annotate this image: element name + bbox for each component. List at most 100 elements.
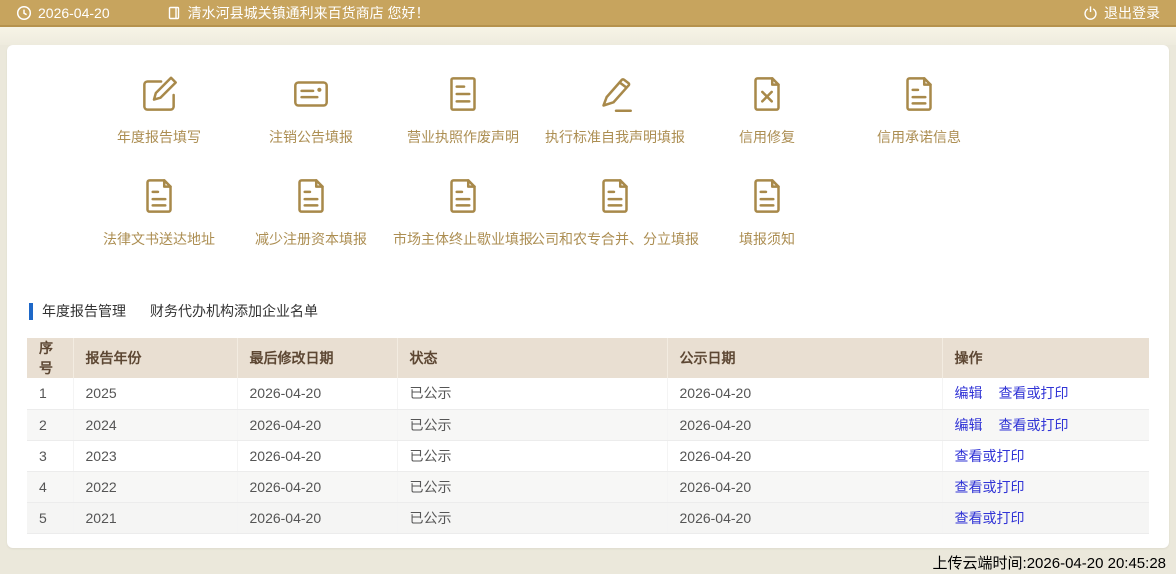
feature-capital-reduction[interactable]: 减少注册资本填报 <box>235 173 387 265</box>
main-card: 年度报告填写 注销公告填报 营业执照作废声明 执行标准自我声明填报 信用修复 信… <box>7 45 1169 548</box>
edit-link[interactable]: 编辑 <box>955 385 983 401</box>
document-lines-icon <box>440 71 486 117</box>
section-tabs: 年度报告管理 财务代办机构添加企业名单 <box>29 301 1169 321</box>
report-table-wrap: 序号 报告年份 最后修改日期 状态 公示日期 操作 120252026-04-2… <box>27 338 1149 534</box>
feature-label: 信用承诺信息 <box>877 127 961 147</box>
cell-publish-date: 2026-04-20 <box>667 502 942 533</box>
cell-publish-date: 2026-04-20 <box>667 471 942 502</box>
feature-label: 市场主体终止歇业填报 <box>393 229 533 249</box>
cell-last-modified: 2026-04-20 <box>237 440 397 471</box>
table-row: 220242026-04-20已公示2026-04-20编辑查看或打印 <box>27 409 1149 440</box>
feature-label: 注销公告填报 <box>269 127 353 147</box>
tab-finance-agency-company-list[interactable]: 财务代办机构添加企业名单 <box>150 301 318 321</box>
announcement-card-icon <box>288 71 334 117</box>
view-or-print-link[interactable]: 查看或打印 <box>999 417 1069 433</box>
table-header-row: 序号 报告年份 最后修改日期 状态 公示日期 操作 <box>27 338 1149 378</box>
cell-last-modified: 2026-04-20 <box>237 471 397 502</box>
cell-no: 4 <box>27 471 73 502</box>
date-group: 2026-04-20 <box>16 5 110 21</box>
file-text-icon <box>136 173 182 219</box>
feature-credit-repair[interactable]: 信用修复 <box>691 71 843 163</box>
edit-square-icon <box>136 71 182 117</box>
feature-label: 填报须知 <box>739 229 795 249</box>
table-row: 320232026-04-20已公示2026-04-20查看或打印 <box>27 440 1149 471</box>
power-icon <box>1083 5 1098 20</box>
report-table-body: 120252026-04-20已公示2026-04-20编辑查看或打印22024… <box>27 378 1149 533</box>
header-no: 序号 <box>27 338 73 378</box>
feature-business-suspension[interactable]: 市场主体终止歇业填报 <box>387 173 539 265</box>
cell-last-modified: 2026-04-20 <box>237 502 397 533</box>
cell-publish-date: 2026-04-20 <box>667 440 942 471</box>
file-text-icon <box>592 173 638 219</box>
cell-status: 已公示 <box>397 502 667 533</box>
view-or-print-link[interactable]: 查看或打印 <box>955 479 1025 495</box>
pencil-icon <box>592 71 638 117</box>
feature-label: 执行标准自我声明填报 <box>545 127 685 147</box>
view-or-print-link[interactable]: 查看或打印 <box>999 385 1069 401</box>
cell-actions: 查看或打印 <box>942 502 1149 533</box>
feature-credit-commitment-info[interactable]: 信用承诺信息 <box>843 71 995 163</box>
feature-label: 减少注册资本填报 <box>255 229 367 249</box>
feature-label: 营业执照作废声明 <box>407 127 519 147</box>
feature-grid: 年度报告填写 注销公告填报 营业执照作废声明 执行标准自我声明填报 信用修复 信… <box>83 71 1169 265</box>
cell-publish-date: 2026-04-20 <box>667 409 942 440</box>
cell-report-year: 2024 <box>73 409 237 440</box>
logout-label: 退出登录 <box>1104 3 1160 23</box>
feature-label: 年度报告填写 <box>117 127 201 147</box>
file-text-icon <box>744 173 790 219</box>
file-text-icon <box>288 173 334 219</box>
cell-last-modified: 2026-04-20 <box>237 378 397 409</box>
top-bar: 2026-04-20 清水河县城关镇通利来百货商店 您好！ 退出登录 <box>0 0 1176 27</box>
view-or-print-link[interactable]: 查看或打印 <box>955 448 1025 464</box>
cell-status: 已公示 <box>397 440 667 471</box>
feature-license-void-declaration[interactable]: 营业执照作废声明 <box>387 71 539 163</box>
cell-status: 已公示 <box>397 471 667 502</box>
view-or-print-link[interactable]: 查看或打印 <box>955 510 1025 526</box>
feature-filing-instructions[interactable]: 填报须知 <box>691 173 843 265</box>
cell-status: 已公示 <box>397 378 667 409</box>
feature-standard-self-declaration[interactable]: 执行标准自我声明填报 <box>539 71 691 163</box>
cell-no: 5 <box>27 502 73 533</box>
cell-no: 3 <box>27 440 73 471</box>
feature-merger-division[interactable]: 公司和农专合并、分立填报 <box>539 173 691 265</box>
file-text-icon <box>896 71 942 117</box>
header-publish-date: 公示日期 <box>667 338 942 378</box>
file-x-icon <box>744 71 790 117</box>
cell-report-year: 2023 <box>73 440 237 471</box>
cell-actions: 查看或打印 <box>942 471 1149 502</box>
cell-report-year: 2021 <box>73 502 237 533</box>
cell-publish-date: 2026-04-20 <box>667 378 942 409</box>
company-greeting: 清水河县城关镇通利来百货商店 您好！ <box>188 3 430 23</box>
feature-annual-report-fill[interactable]: 年度报告填写 <box>83 71 235 163</box>
edit-link[interactable]: 编辑 <box>955 417 983 433</box>
cell-report-year: 2022 <box>73 471 237 502</box>
current-date: 2026-04-20 <box>38 5 110 21</box>
header-report-year: 报告年份 <box>73 338 237 378</box>
logout-button[interactable]: 退出登录 <box>1083 3 1160 23</box>
cell-report-year: 2025 <box>73 378 237 409</box>
cell-no: 2 <box>27 409 73 440</box>
active-tab-marker <box>29 303 33 320</box>
tab-annual-report-management[interactable]: 年度报告管理 <box>42 301 126 321</box>
feature-cancellation-announcement[interactable]: 注销公告填报 <box>235 71 387 163</box>
page-background-strip <box>0 27 1176 45</box>
cell-actions: 编辑查看或打印 <box>942 378 1149 409</box>
cell-status: 已公示 <box>397 409 667 440</box>
feature-legal-document-address[interactable]: 法律文书送达地址 <box>83 173 235 265</box>
company-group: 清水河县城关镇通利来百货商店 您好！ <box>166 3 430 23</box>
table-row: 120252026-04-20已公示2026-04-20编辑查看或打印 <box>27 378 1149 409</box>
cell-actions: 查看或打印 <box>942 440 1149 471</box>
building-icon <box>166 5 182 21</box>
feature-label: 法律文书送达地址 <box>103 229 215 249</box>
header-last-modified: 最后修改日期 <box>237 338 397 378</box>
table-row: 420222026-04-20已公示2026-04-20查看或打印 <box>27 471 1149 502</box>
table-row: 520212026-04-20已公示2026-04-20查看或打印 <box>27 502 1149 533</box>
feature-label: 公司和农专合并、分立填报 <box>531 229 699 249</box>
cell-no: 1 <box>27 378 73 409</box>
upload-time-text: 上传云端时间:2026-04-20 20:45:28 <box>0 552 1176 573</box>
header-status: 状态 <box>397 338 667 378</box>
report-table: 序号 报告年份 最后修改日期 状态 公示日期 操作 120252026-04-2… <box>27 338 1149 534</box>
feature-label: 信用修复 <box>739 127 795 147</box>
cell-actions: 编辑查看或打印 <box>942 409 1149 440</box>
header-actions: 操作 <box>942 338 1149 378</box>
